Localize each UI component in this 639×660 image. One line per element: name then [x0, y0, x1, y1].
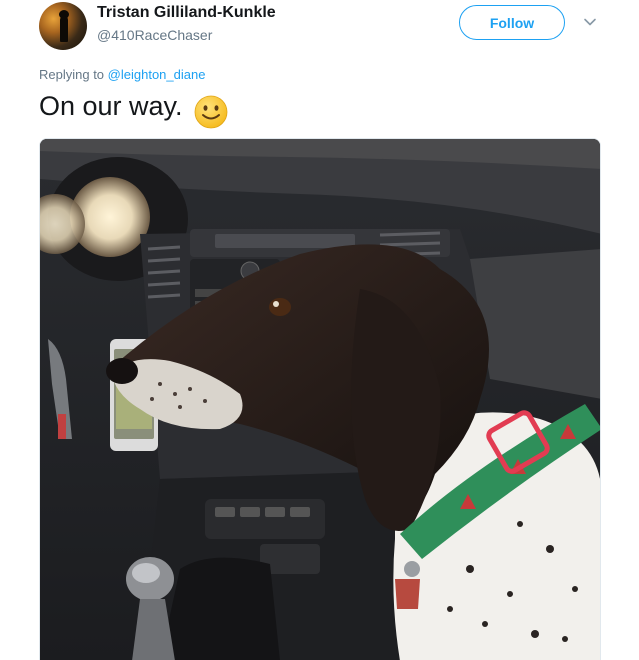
replying-to-label: Replying to	[39, 67, 105, 82]
slightly-smiling-face-emoji-icon	[194, 95, 228, 129]
reply-mention-link[interactable]: @leighton_diane	[108, 67, 206, 82]
tweet-text: On our way.	[39, 91, 183, 121]
dog-in-car-photo	[40, 139, 600, 660]
replying-to-line: Replying to @leighton_diane	[39, 67, 205, 82]
tweet-photo[interactable]	[39, 138, 601, 660]
author-handle[interactable]: @410RaceChaser	[97, 27, 212, 43]
author-avatar[interactable]	[39, 2, 87, 50]
author-name[interactable]: Tristan Gilliland-Kunkle	[97, 4, 276, 22]
follow-button[interactable]: Follow	[459, 5, 565, 40]
avatar-silhouette-body	[60, 16, 68, 42]
chevron-down-icon[interactable]	[582, 14, 598, 30]
